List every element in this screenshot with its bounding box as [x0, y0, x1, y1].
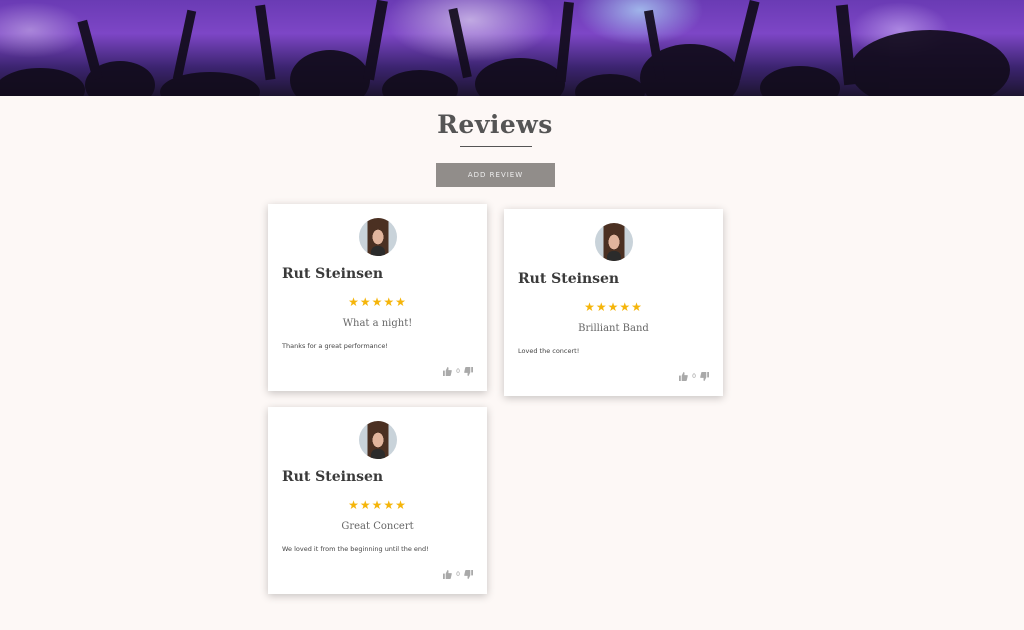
avatar — [359, 218, 397, 256]
page-title: Reviews — [437, 110, 553, 139]
vote-count: 0 — [456, 368, 460, 375]
title-underline — [460, 146, 532, 147]
review-title: Brilliant Band — [578, 323, 649, 334]
vote-controls: 0 — [443, 367, 473, 376]
review-card: Rut Steinsen ★★★★★ What a night! Thanks … — [268, 204, 487, 391]
thumbs-up-icon[interactable] — [443, 367, 452, 376]
vote-controls: 0 — [679, 372, 709, 381]
add-review-button[interactable]: ADD REVIEW — [436, 163, 555, 187]
thumbs-down-icon[interactable] — [464, 367, 473, 376]
thumbs-down-icon[interactable] — [700, 372, 709, 381]
review-body: We loved it from the beginning until the… — [282, 545, 429, 553]
review-card: Rut Steinsen ★★★★★ Great Concert We love… — [268, 407, 487, 594]
review-body: Loved the concert! — [518, 347, 580, 355]
vote-count: 0 — [456, 571, 460, 578]
thumbs-up-icon[interactable] — [679, 372, 688, 381]
star-rating: ★★★★★ — [584, 300, 643, 314]
hero-banner-image — [0, 0, 1024, 96]
review-title: Great Concert — [341, 521, 414, 532]
avatar — [359, 421, 397, 459]
thumbs-down-icon[interactable] — [464, 570, 473, 579]
thumbs-up-icon[interactable] — [443, 570, 452, 579]
reviewer-name: Rut Steinsen — [282, 469, 384, 485]
star-rating: ★★★★★ — [348, 498, 407, 512]
vote-count: 0 — [692, 373, 696, 380]
reviewer-name: Rut Steinsen — [518, 271, 620, 287]
review-card: Rut Steinsen ★★★★★ Brilliant Band Loved … — [504, 209, 723, 396]
avatar — [595, 223, 633, 261]
vote-controls: 0 — [443, 570, 473, 579]
review-body: Thanks for a great performance! — [282, 342, 388, 350]
review-title: What a night! — [342, 318, 413, 329]
reviewer-name: Rut Steinsen — [282, 266, 384, 282]
star-rating: ★★★★★ — [348, 295, 407, 309]
